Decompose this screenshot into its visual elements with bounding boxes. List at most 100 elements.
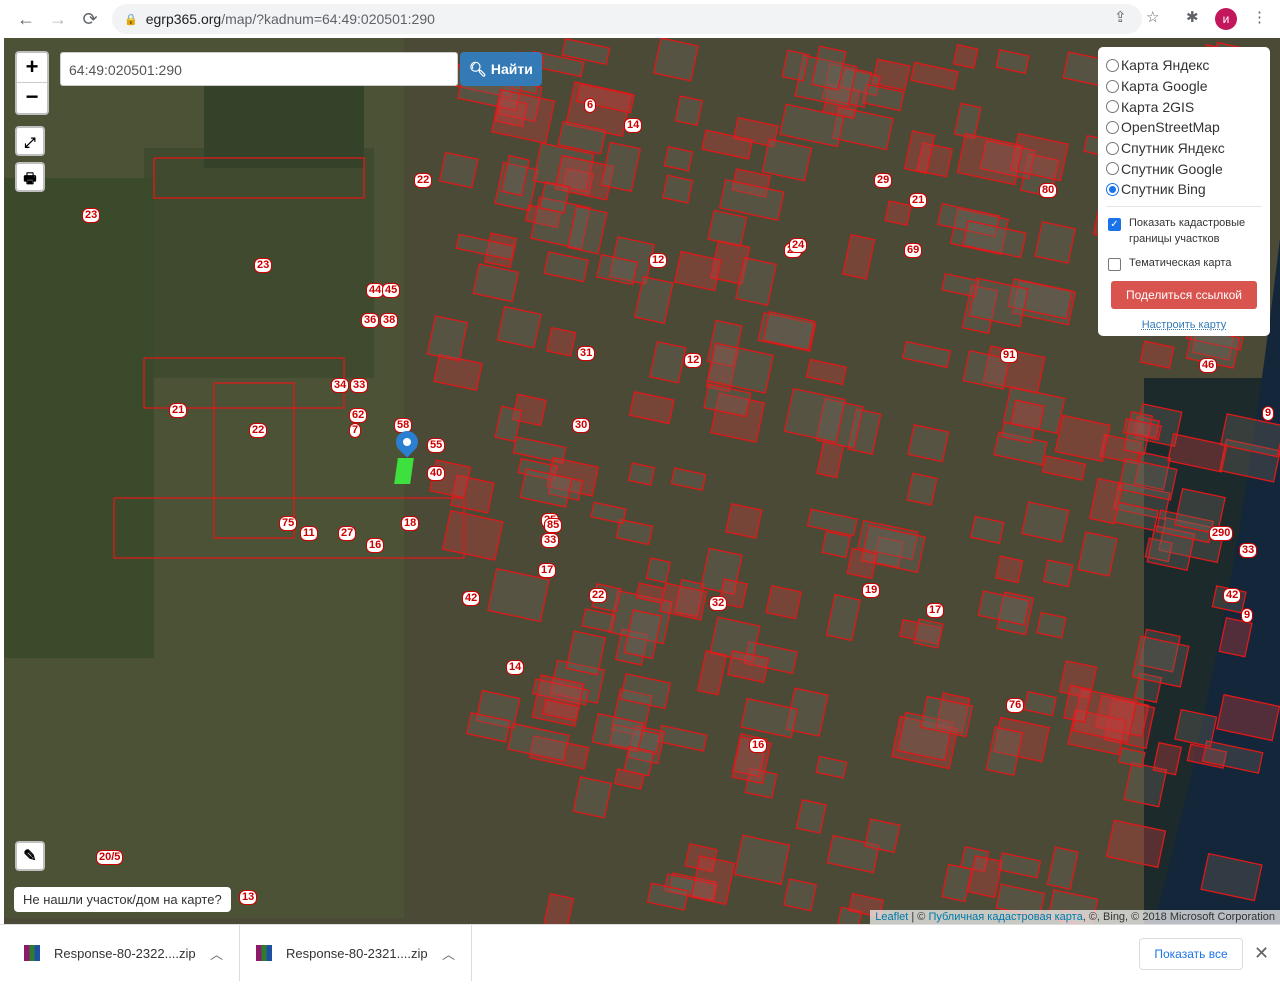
layer-label: OpenStreetMap [1121, 119, 1220, 136]
leaflet-link[interactable]: Leaflet [875, 911, 908, 923]
find-button[interactable]: 🔍︎ Найти [460, 52, 542, 86]
parcel-number-label: 80 [1039, 183, 1058, 198]
radio-button[interactable] [1106, 162, 1119, 176]
back-icon[interactable]: ← [10, 9, 42, 30]
avatar[interactable]: и [1215, 8, 1237, 30]
parcel-number-label: 12 [649, 253, 668, 268]
checkbox-checked[interactable]: ✓ [1108, 217, 1121, 231]
download-item[interactable]: Response-80-2321....zip ︿ [256, 925, 472, 981]
parcel-number-label: 30 [572, 418, 591, 433]
fullscreen-button[interactable]: ⤢ [15, 126, 45, 156]
forward-icon[interactable]: → [42, 9, 74, 30]
map-attribution: Leaflet | © Публичная кадастровая карта,… [870, 910, 1280, 924]
parcel-number-label: 75 [279, 516, 298, 531]
radio-button[interactable] [1106, 79, 1119, 93]
download-filename: Response-80-2321....zip [286, 945, 428, 961]
parcel-number-label: 19 [862, 583, 881, 598]
parcel-number-label: 40 [427, 466, 446, 481]
parcel-number-label: 76 [1006, 698, 1025, 713]
checkbox-unchecked[interactable] [1108, 257, 1121, 271]
parcel-number-label: 11 [300, 526, 318, 541]
parcel-number-label: 36 [361, 313, 380, 328]
parcel-number-label: 27 [338, 526, 357, 541]
star-icon[interactable]: ☆ [1146, 8, 1159, 26]
configure-map-link[interactable]: Настроить карту [1106, 319, 1262, 331]
parcel-number-label: 62 [349, 408, 368, 423]
layer-option[interactable]: OpenStreetMap [1106, 117, 1262, 138]
layer-option[interactable]: Спутник Google [1106, 158, 1262, 179]
downloads-bar: Response-80-2322....zip ︿ Response-80-232… [0, 924, 1280, 984]
parcel-number-label: 22 [249, 423, 268, 438]
parcel-number-label: 55 [427, 438, 446, 453]
radio-button[interactable] [1106, 141, 1119, 155]
pkk-link[interactable]: Публичная кадастровая карта [928, 911, 1082, 923]
reload-icon[interactable]: ⟳ [74, 9, 106, 30]
parcel-number-label: 16 [366, 538, 385, 553]
layer-switcher: Карта Яндекс Карта Google Карта 2GIS OpenSt… [1098, 47, 1270, 336]
cadastral-search-input[interactable]: 64:49:020501:290 [60, 52, 458, 86]
parcel-number-label: 46 [1199, 358, 1218, 373]
parcel-number-label: 22 [414, 173, 433, 188]
url-path: /map/?kadnum=64:49:020501:290 [221, 11, 435, 27]
menu-icon[interactable]: ⋮ [1252, 8, 1267, 26]
parcel-number-label: 42 [1223, 588, 1242, 603]
download-filename: Response-80-2322....zip [54, 945, 196, 961]
chevron-up-icon[interactable]: ︿ [442, 944, 455, 963]
layer-option[interactable]: Карта 2GIS [1106, 96, 1262, 117]
layer-label: Спутник Bing [1121, 181, 1206, 198]
parcel-number-label: 33 [541, 533, 560, 548]
show-borders-checkbox[interactable]: ✓ Показать кадастровые границы участков [1106, 215, 1262, 247]
zip-archive-icon [256, 945, 272, 961]
download-item[interactable]: Response-80-2322....zip ︿ [24, 925, 240, 981]
parcel-number-label: 32 [709, 596, 728, 611]
measure-button[interactable]: ✎ [15, 841, 45, 871]
parcel-number-label: 23 [254, 258, 273, 273]
radio-button[interactable] [1106, 100, 1119, 114]
search-icon: 🔍︎ [469, 61, 487, 77]
parcel-number-label: 9 [1241, 608, 1254, 623]
zoom-in-button[interactable]: + [17, 53, 47, 83]
layer-label: Спутник Google [1121, 160, 1223, 177]
find-label: Найти [490, 61, 533, 77]
parcel-number-label: 18 [401, 516, 420, 531]
layer-option[interactable]: Спутник Bing [1106, 179, 1262, 200]
layer-option[interactable]: Спутник Яндекс [1106, 138, 1262, 159]
parcel-number-label: 33 [350, 378, 369, 393]
parcel-number-label: 29 [874, 173, 893, 188]
zip-archive-icon [24, 945, 40, 961]
parcel-number-label: 290 [1209, 526, 1234, 541]
parcel-number-label: 13 [239, 890, 258, 905]
parcel-number-label: 20/5 [96, 850, 124, 865]
parcel-number-label: 7 [349, 423, 362, 438]
share-link-button[interactable]: Поделиться ссылкой [1111, 280, 1257, 309]
show-all-downloads-button[interactable]: Показать все [1139, 938, 1243, 970]
print-button[interactable]: 🖶 [15, 162, 45, 192]
lock-icon: 🔒 [124, 13, 138, 26]
parcel-number-label: 14 [506, 660, 525, 675]
parcel-number-label: 21 [909, 193, 928, 208]
parcel-number-label: 45 [382, 283, 401, 298]
url-host: egrp365.org [145, 11, 222, 27]
radio-button[interactable] [1106, 182, 1119, 196]
address-bar[interactable]: 🔒 egrp365.org/map/?kadnum=64:49:020501:2… [112, 4, 1142, 34]
zoom-out-button[interactable]: − [17, 83, 47, 113]
map-canvas[interactable]: 23 23 22 21 22 22 44 45 36 38 34 33 62 7 58 55 40 75 11 27 1… [4, 38, 1280, 924]
close-icon[interactable]: ✕ [1254, 943, 1269, 964]
extensions-icon[interactable]: ✱ [1186, 8, 1199, 26]
chevron-up-icon[interactable]: ︿ [210, 944, 223, 963]
layer-option[interactable]: Карта Google [1106, 76, 1262, 97]
parcel-number-label: 34 [331, 378, 350, 393]
share-page-icon[interactable]: ⇪ [1114, 8, 1127, 26]
radio-button[interactable] [1106, 120, 1119, 134]
parcel-number-label: 33 [1239, 543, 1258, 558]
layer-label: Карта Яндекс [1121, 57, 1210, 74]
layer-option[interactable]: Карта Яндекс [1106, 55, 1262, 76]
browser-toolbar: ← → ⟳ 🔒 egrp365.org/map/?kadnum=64:49:02… [0, 0, 1280, 38]
parcel-number-label: 42 [462, 591, 481, 606]
ruler-icon: ✎ [23, 848, 37, 865]
show-borders-label: Показать кадастровые границы участков [1129, 216, 1246, 245]
parcel-number-label: 91 [1000, 348, 1019, 363]
radio-button[interactable] [1106, 58, 1119, 72]
not-found-button[interactable]: Не нашли участок/дом на карте? [14, 887, 231, 912]
thematic-map-checkbox[interactable]: Тематическая карта [1106, 255, 1262, 271]
